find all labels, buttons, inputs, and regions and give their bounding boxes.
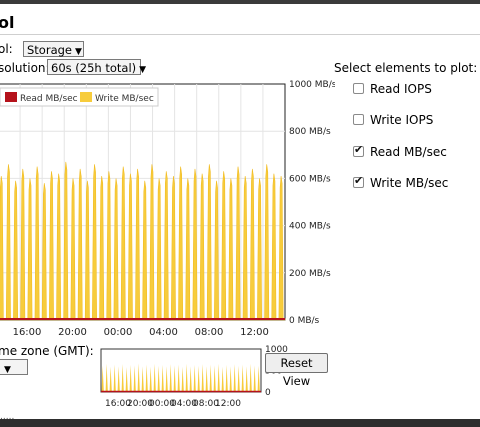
legend-label-write: Write MB/sec	[95, 94, 154, 104]
checkbox-write-mbsec[interactable]: ✔ Write MB/sec	[353, 174, 449, 190]
tool-select[interactable]: Storage ▼	[23, 41, 84, 57]
legend-swatch-write	[80, 92, 92, 102]
x-tick-label: 00:00	[104, 327, 133, 338]
checkbox-write-iops[interactable]: Write IOPS	[353, 113, 433, 127]
overview-x-tick-label: 12:00	[215, 399, 241, 409]
dialog-panel: ol ol: Storage ▼ solution: 60s (25h total…	[0, 4, 480, 419]
throughput-chart[interactable]: 1000 MB/s 800 MB/s 600 MB/s 400 MB/s 200 MB/…	[0, 80, 335, 342]
x-tick-label: 04:00	[149, 327, 178, 338]
checkbox-read-mbsec[interactable]: ✔ Read MB/sec	[353, 143, 447, 159]
y-tick-label: 1000 MB/s	[289, 80, 335, 90]
overview-plot-area	[100, 348, 262, 393]
checkbox-label: Read IOPS	[370, 82, 432, 96]
window-bottom-border	[0, 419, 480, 427]
y-tick-label: 800 MB/s	[289, 127, 331, 137]
overview-chart[interactable]: 1000500016:0020:0000:0004:0008:0012:00	[95, 339, 365, 414]
y-tick-label: 200 MB/s	[289, 269, 331, 279]
tool-label: ol:	[0, 42, 13, 56]
checkmark-icon: ✔	[354, 143, 364, 156]
checkbox-read-iops[interactable]: Read IOPS	[353, 82, 432, 96]
checkbox-box[interactable]	[353, 114, 364, 125]
plot-selection-heading: Select elements to plot:	[334, 61, 478, 75]
x-tick-label: 16:00	[13, 327, 42, 338]
overview-y-tick-label: 0	[265, 388, 271, 398]
chevron-down-icon: ▼	[4, 365, 11, 375]
resolution-label: solution:	[0, 61, 50, 75]
resolution-select[interactable]: 60s (25h total) ▼	[47, 59, 146, 75]
y-tick-label: 400 MB/s	[289, 222, 331, 232]
y-tick-label: 600 MB/s	[289, 174, 331, 184]
resolution-select-value: 60s (25h total)	[51, 61, 137, 75]
tool-select-value: Storage	[27, 43, 72, 57]
legend-label-read: Read MB/sec	[20, 94, 78, 104]
y-tick-label: 0 MB/s	[289, 316, 320, 326]
timezone-select[interactable]: ▼	[0, 359, 28, 375]
legend-swatch-read	[5, 92, 17, 102]
chevron-down-icon: ▼	[139, 65, 147, 75]
chevron-down-icon: ▼	[75, 47, 82, 57]
x-tick-label: 12:00	[240, 327, 269, 338]
dialog-title: ol	[0, 13, 15, 32]
x-tick-label: 20:00	[58, 327, 87, 338]
checkbox-box[interactable]	[353, 83, 364, 94]
checkbox-label: Read MB/sec	[370, 145, 447, 159]
timezone-label: me zone (GMT):	[0, 344, 94, 358]
checkbox-label: Write MB/sec	[370, 176, 449, 190]
checkmark-icon: ✔	[354, 174, 364, 187]
checkbox-label: Write IOPS	[370, 113, 434, 127]
x-tick-label: 08:00	[195, 327, 224, 338]
title-divider	[0, 34, 480, 35]
checkbox-box[interactable]: ✔	[353, 174, 364, 188]
reset-view-button[interactable]: Reset View	[265, 353, 328, 388]
checkbox-box[interactable]: ✔	[353, 143, 364, 157]
